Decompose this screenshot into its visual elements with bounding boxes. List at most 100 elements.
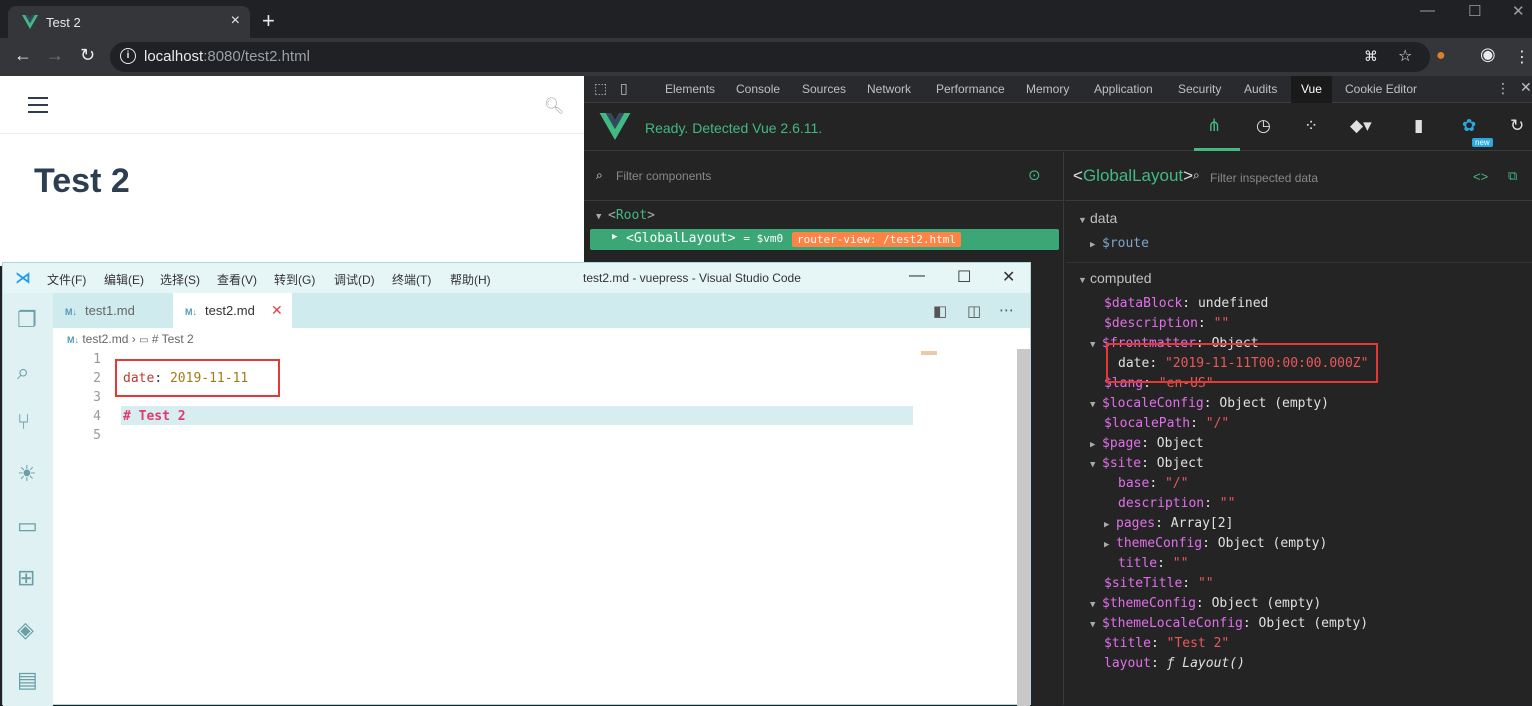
inspect-element-icon[interactable]: ⬚ xyxy=(594,80,607,97)
maximize-window-icon[interactable]: ☐ xyxy=(1468,2,1481,20)
tab-test2[interactable]: M↓ test2.md ✕ xyxy=(173,293,292,328)
expand-icon[interactable]: ▶ xyxy=(612,232,617,242)
profile-avatar-icon[interactable]: ◉ xyxy=(1480,44,1496,65)
open-preview-icon[interactable]: ◧ xyxy=(933,302,947,320)
vertical-scrollbar[interactable] xyxy=(1017,349,1030,706)
computed-section[interactable]: ▼ computed xyxy=(1078,270,1151,286)
browser-menu-icon[interactable]: ⋮ xyxy=(1514,47,1530,67)
filter-components-input[interactable]: Filter components xyxy=(616,169,711,183)
device-toolbar-icon[interactable]: ▯ xyxy=(620,80,628,97)
close-tab-icon[interactable]: ✕ xyxy=(271,302,283,319)
close-window-icon[interactable]: ✕ xyxy=(1512,2,1525,20)
prop-row[interactable]: ▼ $themeConfig: Object (empty) xyxy=(1090,596,1321,611)
markdown-icon: M↓ xyxy=(65,307,77,317)
live-share-icon[interactable]: ◈ xyxy=(17,617,34,643)
explorer-icon[interactable]: ❐ xyxy=(17,307,37,333)
route-row[interactable]: ▶ $route xyxy=(1090,236,1149,251)
search-icon[interactable]: 🔍︎ xyxy=(544,96,564,116)
history-icon[interactable]: ◷ xyxy=(1256,116,1271,136)
menu-debug[interactable]: 调试(D) xyxy=(334,271,375,288)
split-editor-icon[interactable]: ◫ xyxy=(967,302,981,320)
menu-edit[interactable]: 编辑(E) xyxy=(104,271,144,288)
current-line-highlight xyxy=(121,406,913,425)
remote-explorer-icon[interactable]: ▭ xyxy=(17,513,38,539)
prop-row[interactable]: ▼ $site: Object xyxy=(1090,456,1204,471)
menu-selection[interactable]: 选择(S) xyxy=(160,271,200,288)
expand-icon[interactable]: ▼ xyxy=(596,212,608,222)
line-number: 5 xyxy=(93,428,101,443)
prop-row: $dataBlock: undefined xyxy=(1104,296,1269,311)
filter-inspected-input[interactable]: Filter inspected data xyxy=(1210,171,1318,185)
menu-help[interactable]: 帮助(H) xyxy=(450,271,491,288)
code-view-icon[interactable]: <> xyxy=(1473,169,1488,184)
cookie-editor-icon[interactable]: ● xyxy=(1436,47,1446,65)
prop-row[interactable]: ▶ pages: Array[2] xyxy=(1104,516,1233,531)
back-icon[interactable]: ← xyxy=(14,45,32,66)
minimize-window-icon[interactable]: — xyxy=(909,267,925,285)
close-tab-icon[interactable]: × xyxy=(231,12,240,30)
open-external-icon[interactable]: ⧉ xyxy=(1508,168,1517,184)
page-title: Test 2 xyxy=(34,162,130,200)
search-icon[interactable]: ⌕ xyxy=(17,359,29,385)
vuex-icon[interactable]: ⁘ xyxy=(1304,116,1318,136)
close-window-icon[interactable]: ✕ xyxy=(1002,267,1015,287)
code-line-4[interactable]: # Test 2 xyxy=(123,409,186,424)
source-control-icon[interactable]: ⑂ xyxy=(17,409,30,435)
prop-row[interactable]: ▶ themeConfig: Object (empty) xyxy=(1104,536,1327,551)
tab-elements[interactable]: Elements xyxy=(665,82,715,96)
extensions-icon[interactable]: ⊞ xyxy=(17,565,35,591)
components-tab-icon[interactable]: ⋔ xyxy=(1207,116,1221,136)
markdown-icon: M↓ xyxy=(67,335,79,345)
minimize-window-icon[interactable]: — xyxy=(1420,2,1435,19)
settings-gear-icon[interactable]: ✿ xyxy=(1462,116,1476,136)
translate-icon[interactable]: ⌘ xyxy=(1364,48,1378,65)
minimap[interactable] xyxy=(921,351,937,355)
browser-tab[interactable]: Test 2 × xyxy=(8,6,250,38)
tab-memory[interactable]: Memory xyxy=(1026,82,1069,96)
performance-icon[interactable]: ▮ xyxy=(1414,116,1423,136)
forward-icon[interactable]: → xyxy=(46,45,64,66)
menu-goto[interactable]: 转到(G) xyxy=(274,271,315,288)
new-tab-icon[interactable]: + xyxy=(262,8,275,34)
routing-icon[interactable]: ◆▾ xyxy=(1350,116,1372,136)
hamburger-menu-icon[interactable] xyxy=(28,97,48,113)
breadcrumb-file[interactable]: test2.md xyxy=(82,332,128,346)
debug-icon[interactable]: ☀ xyxy=(17,461,37,487)
tab-application[interactable]: Application xyxy=(1094,82,1153,96)
highlight-box xyxy=(115,359,280,397)
tree-node-root[interactable]: ▼ <Root> xyxy=(596,208,655,223)
preview-icon[interactable]: ▤ xyxy=(17,667,38,693)
select-component-target-icon[interactable]: ⊙ xyxy=(1028,166,1041,184)
address-bar[interactable]: i localhost:8080/test2.html ⌘ ☆ xyxy=(110,42,1430,72)
tab-network[interactable]: Network xyxy=(867,82,911,96)
tab-cookie-editor[interactable]: Cookie Editor xyxy=(1345,82,1417,96)
menu-view[interactable]: 查看(V) xyxy=(217,271,257,288)
tree-node-global-layout[interactable]: ▶ <GlobalLayout> = $vm0 router-view: /te… xyxy=(590,229,1059,250)
vue-logo-icon xyxy=(22,15,38,29)
prop-row[interactable]: ▼ $themeLocaleConfig: Object (empty) xyxy=(1090,616,1368,631)
bookmark-star-icon[interactable]: ☆ xyxy=(1398,46,1412,66)
tab-console[interactable]: Console xyxy=(736,82,780,96)
site-info-icon[interactable]: i xyxy=(120,48,136,64)
tab-audits[interactable]: Audits xyxy=(1244,82,1277,96)
vue-devtools-header: Ready. Detected Vue 2.6.11. ⋔ ◷ ⁘ ◆▾ ▮ ✿… xyxy=(584,103,1532,151)
menu-terminal[interactable]: 终端(T) xyxy=(392,271,431,288)
menu-file[interactable]: 文件(F) xyxy=(47,271,86,288)
devtools-menu-icon[interactable]: ⋮ xyxy=(1496,80,1510,97)
prop-row[interactable]: ▼ $localeConfig: Object (empty) xyxy=(1090,396,1329,411)
breadcrumb-symbol[interactable]: # Test 2 xyxy=(152,332,194,346)
inspected-component-title: <GlobalLayout> xyxy=(1073,166,1194,185)
tab-sources[interactable]: Sources xyxy=(802,82,846,96)
tab-vue[interactable]: Vue xyxy=(1291,76,1332,103)
tab-security[interactable]: Security xyxy=(1178,82,1221,96)
maximize-window-icon[interactable]: ☐ xyxy=(957,267,971,287)
reload-icon[interactable]: ↻ xyxy=(80,45,95,66)
tab-performance[interactable]: Performance xyxy=(936,82,1005,96)
prop-row[interactable]: ▶ $page: Object xyxy=(1090,436,1204,451)
data-section[interactable]: ▼ data xyxy=(1078,210,1117,226)
tab-test1[interactable]: M↓ test1.md xyxy=(53,293,171,328)
more-actions-icon[interactable]: ⋯ xyxy=(999,301,1014,319)
close-devtools-icon[interactable]: ✕ xyxy=(1520,79,1532,96)
address-url: localhost:8080/test2.html xyxy=(144,48,310,65)
refresh-icon[interactable]: ↻ xyxy=(1510,116,1524,136)
